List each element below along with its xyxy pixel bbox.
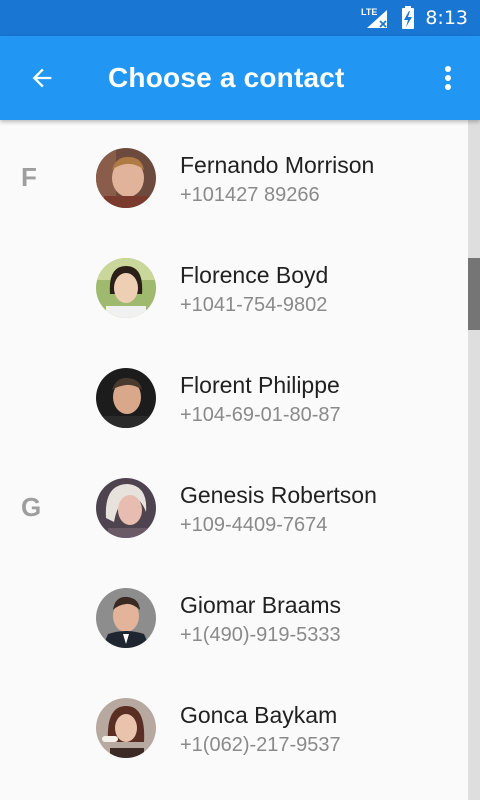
battery-charging-icon (402, 6, 415, 29)
contact-phone: +104-69-01-80-87 (180, 404, 341, 426)
contact-name: Giomar Braams (180, 592, 342, 618)
status-icons: LTE 8:13 (361, 0, 468, 36)
more-vert-icon (445, 66, 451, 90)
section-letter: G (21, 492, 42, 522)
contact-row[interactable]: Giomar Braams +1(490)-919-5333 (0, 560, 468, 670)
contact-name: Genesis Robertson (180, 482, 377, 508)
network-type-label: LTE (361, 7, 377, 17)
contact-phone: +101427 89266 (180, 184, 320, 206)
contact-row[interactable]: Florent Philippe +104-69-01-80-87 (0, 340, 468, 450)
scrollbar-thumb[interactable] (468, 258, 480, 330)
back-button[interactable] (22, 56, 62, 100)
avatar (96, 368, 156, 428)
contact-phone: +1(062)-217-9537 (180, 734, 341, 756)
avatar (96, 148, 156, 208)
scrollbar-track[interactable] (468, 120, 480, 800)
contact-list[interactable]: F Fernando Morrison +101427 89266 Floren… (0, 120, 468, 800)
app-bar: Choose a contact (0, 36, 480, 120)
avatar (96, 478, 156, 538)
contact-name: Florent Philippe (180, 372, 340, 398)
contact-name: Florence Boyd (180, 262, 329, 288)
section-letter: F (21, 162, 37, 192)
contact-row[interactable]: Gonca Baykam +1(062)-217-9537 (0, 670, 468, 780)
more-options-button[interactable] (430, 56, 466, 100)
contact-phone: +1(490)-919-5333 (180, 624, 341, 646)
avatar (96, 588, 156, 648)
status-bar: LTE 8:13 (0, 0, 480, 36)
contact-phone: +109-4409-7674 (180, 514, 328, 536)
avatar (96, 698, 156, 758)
back-arrow-icon (32, 68, 52, 88)
page-title: Choose a contact (108, 62, 345, 93)
contact-row[interactable]: G Genesis Robertson +109-4409-7674 (0, 450, 468, 560)
contact-name: Fernando Morrison (180, 152, 375, 178)
signal-icon: LTE (361, 7, 388, 28)
contact-row[interactable]: F Fernando Morrison +101427 89266 (0, 120, 468, 230)
contact-name: Gonca Baykam (180, 702, 338, 728)
contact-row[interactable]: Florence Boyd +1041-754-9802 (0, 230, 468, 340)
contact-phone: +1041-754-9802 (180, 294, 328, 316)
avatar (96, 258, 156, 318)
status-time: 8:13 (425, 7, 468, 29)
